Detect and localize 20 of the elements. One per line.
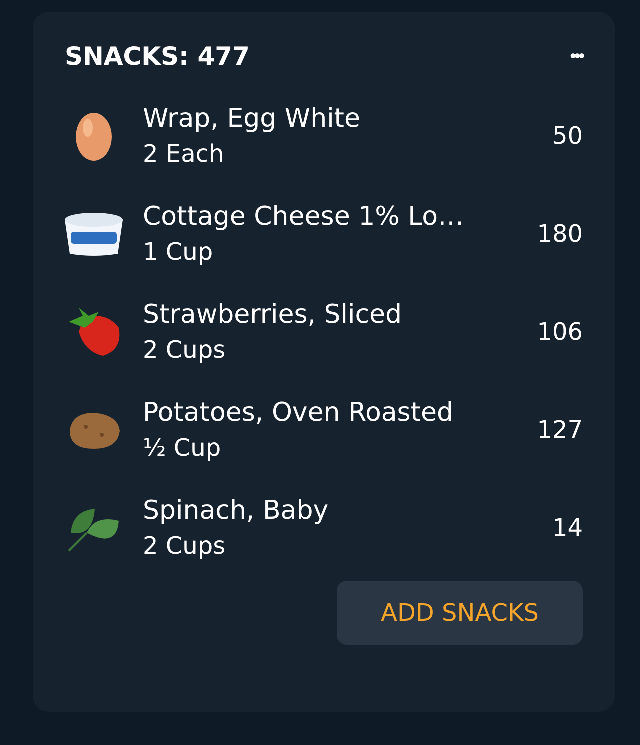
food-name: Strawberries, Sliced (143, 300, 404, 330)
calorie-count: 180 (536, 220, 583, 248)
more-button[interactable]: ••• (570, 46, 583, 67)
cheese-tub-icon (63, 210, 125, 258)
food-name: Potatoes, Oven Roasted (143, 398, 455, 428)
section-title: SNACKS: 477 (65, 42, 250, 71)
food-name: Wrap, Egg White (143, 104, 362, 134)
calorie-count: 14 (551, 514, 583, 542)
calorie-count: 106 (536, 318, 583, 346)
serving-size: 2 Each (143, 140, 226, 168)
add-snacks-button[interactable]: ADD SNACKS (337, 581, 583, 645)
food-name: Spinach, Baby (143, 496, 330, 526)
serving-size: 2 Cups (143, 532, 227, 560)
calorie-count: 50 (551, 122, 583, 150)
calorie-count: 127 (536, 416, 583, 444)
serving-size: ½ Cup (143, 434, 222, 462)
egg-icon (74, 110, 114, 162)
food-name: Cottage Cheese 1% Lo… (143, 202, 466, 232)
serving-size: 1 Cup (143, 238, 214, 266)
serving-size: 2 Cups (143, 336, 227, 364)
